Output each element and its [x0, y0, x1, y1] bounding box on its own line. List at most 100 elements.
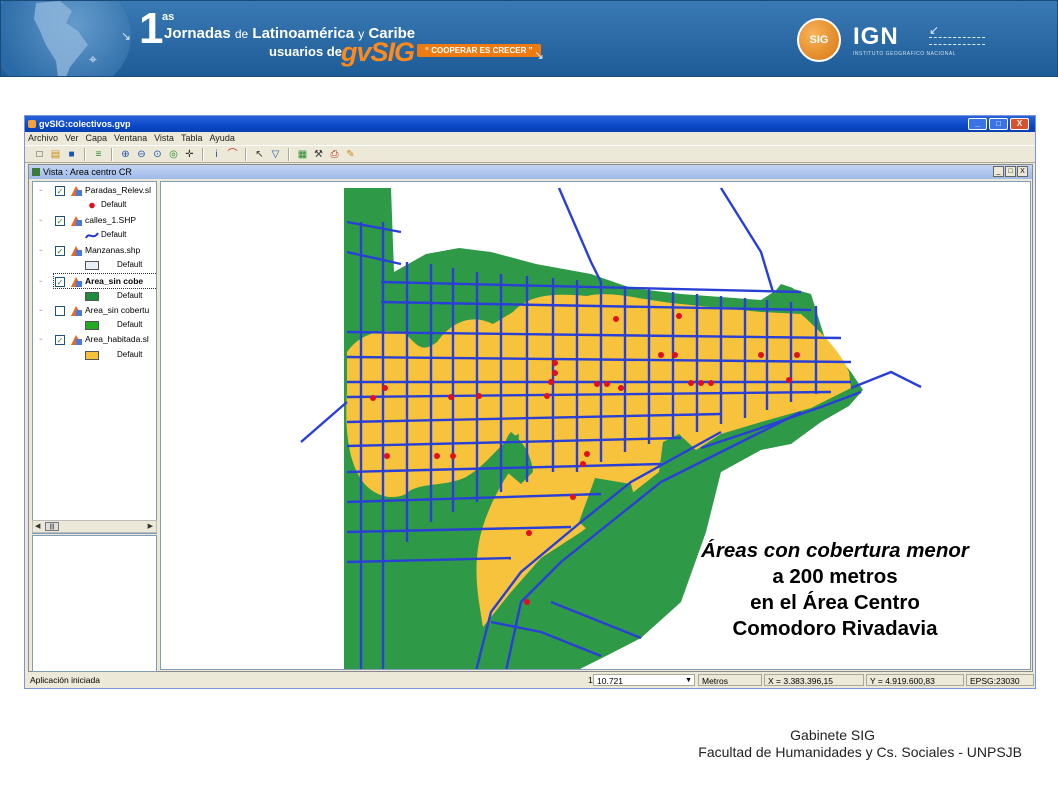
menu-tabla[interactable]: Tabla — [181, 132, 203, 145]
footer-faculty: Facultad de Humanidades y Cs. Sociales -… — [698, 744, 1022, 760]
view-icon — [32, 168, 40, 176]
layer-label: calles_1.SHP — [85, 215, 137, 225]
layer-icon — [71, 216, 82, 226]
fill-symbol-icon — [85, 292, 99, 301]
arrow-icon: ↘ — [121, 29, 132, 43]
view-minimize-button[interactable]: _ — [993, 166, 1004, 177]
toc-layer-paradas[interactable]: − ✓ Paradas_Relev.sl — [33, 184, 156, 198]
layer-checkbox[interactable]: ✓ — [55, 335, 65, 345]
edition-suffix: as — [162, 11, 175, 23]
scroll-thumb[interactable]: ||| — [45, 522, 59, 531]
legend-label: Default — [117, 350, 143, 359]
layer-checkbox[interactable]: ✓ — [55, 246, 65, 256]
legend-label: Default — [117, 320, 143, 329]
collapse-icon[interactable]: − — [39, 218, 43, 224]
view-maximize-button[interactable]: □ — [1005, 166, 1016, 177]
map-caption: Áreas con cobertura menor a 200 metros e… — [660, 538, 1010, 642]
layer-toc: − ✓ Paradas_Relev.sl Default − ✓ calles_… — [32, 181, 157, 534]
menu-archivo[interactable]: Archivo — [28, 132, 58, 145]
collapse-icon[interactable]: − — [39, 337, 43, 343]
new-icon[interactable]: □ — [33, 148, 46, 161]
toc-layer-manzanas[interactable]: − ✓ Manzanas.shp — [33, 244, 156, 258]
sig-logo: SIG — [797, 18, 841, 62]
toc-layer-area-sin-cobertura-selected[interactable]: − ✓ Area_sin cobe — [33, 275, 156, 289]
table-icon[interactable]: ▦ — [296, 148, 309, 161]
chevron-down-icon[interactable]: ▼ — [685, 675, 692, 687]
gvsig-logo: gvSIG — [341, 37, 415, 67]
view-title: Vista : Area centro CR — [43, 167, 132, 177]
layer-checkbox[interactable]: ✓ — [55, 277, 65, 287]
menu-ventana[interactable]: Ventana — [114, 132, 147, 145]
toc-layer-area-sin-cobertura[interactable]: − Area_sin cobertu — [33, 304, 156, 318]
menu-ver[interactable]: Ver — [65, 132, 79, 145]
legend-label: Default — [101, 230, 127, 239]
title-word: Latinoamérica — [252, 25, 355, 42]
print-icon[interactable]: ⎙ — [328, 148, 341, 161]
fill-symbol-icon — [85, 261, 99, 270]
fill-symbol-icon — [85, 321, 99, 330]
layer-icon — [71, 277, 82, 287]
open-icon[interactable]: ▤ — [49, 148, 62, 161]
legend-label: Default — [101, 200, 127, 209]
collapse-icon[interactable]: − — [39, 308, 43, 314]
toc-layer-calles[interactable]: − ✓ calles_1.SHP — [33, 214, 156, 228]
maximize-button[interactable]: □ — [989, 118, 1008, 130]
layer-icon — [71, 335, 82, 345]
scale-dropdown[interactable]: 10.721 ▼ — [593, 674, 695, 686]
select-icon[interactable]: ↖ — [253, 148, 266, 161]
toolbar-separator — [202, 147, 204, 161]
filter-icon[interactable]: ▽ — [269, 148, 282, 161]
menu-vista[interactable]: Vista — [154, 132, 174, 145]
zoom-in-icon[interactable]: ⊕ — [119, 148, 132, 161]
measure-icon[interactable]: ⌒ — [226, 148, 239, 161]
scroll-right-icon[interactable]: ▶ — [148, 522, 153, 530]
title-word: de — [234, 27, 249, 41]
menu-capa[interactable]: Capa — [86, 132, 108, 145]
collapse-icon[interactable]: − — [39, 248, 43, 254]
menu-ayuda[interactable]: Ayuda — [209, 132, 234, 145]
view-close-button[interactable]: X — [1017, 166, 1028, 177]
tools-icon[interactable]: ⚒ — [312, 148, 325, 161]
view-titlebar[interactable]: Vista : Area centro CR _ □ X — [29, 165, 1032, 179]
fill-symbol-icon — [85, 351, 99, 360]
status-bar: Aplicación iniciada 1: 10.721 ▼ Metros X… — [25, 673, 1035, 688]
arrow-icon: ↙ — [929, 23, 940, 37]
toc-horizontal-scrollbar[interactable]: ◀ ||| ▶ — [32, 520, 157, 533]
collapse-icon[interactable]: − — [39, 188, 43, 194]
legend-label: Default — [117, 291, 143, 300]
scroll-left-icon[interactable]: ◀ — [35, 522, 40, 530]
caption-line: en el Área Centro — [750, 591, 920, 614]
zoom-out-icon[interactable]: ⊖ — [135, 148, 148, 161]
layer-icon — [71, 306, 82, 316]
toolbar-separator — [288, 147, 290, 161]
latin-america-map-icon — [34, 1, 88, 76]
close-button[interactable]: X — [1010, 118, 1029, 130]
toolbar-separator — [111, 147, 113, 161]
event-title-line2: usuarios de — [269, 44, 342, 59]
edit-icon[interactable]: ✎ — [344, 148, 357, 161]
pan-icon[interactable]: ✛ — [183, 148, 196, 161]
layer-checkbox[interactable] — [55, 306, 65, 316]
y-coordinate: Y = 4.919.600,83 — [866, 674, 964, 686]
toc-layer-area-habitada[interactable]: − ✓ Area_habitada.sl — [33, 333, 156, 347]
window-titlebar[interactable]: gvSIG:colectivos.gvp _ □ X — [25, 116, 1035, 132]
layers-icon[interactable]: ≡ — [92, 148, 105, 161]
collapse-icon[interactable]: − — [39, 279, 43, 285]
layer-label: Area_sin cobe — [85, 276, 144, 286]
minimize-button[interactable]: _ — [968, 118, 987, 130]
zoom-layer-icon[interactable]: ◎ — [167, 148, 180, 161]
save-icon[interactable]: ■ — [65, 148, 78, 161]
arrow-icon: ↘ — [534, 48, 545, 62]
grid-icon: ⌖ — [89, 51, 97, 67]
menu-bar: Archivo Ver Capa Ventana Vista Tabla Ayu… — [25, 132, 1035, 145]
status-message: Aplicación iniciada — [27, 674, 327, 686]
toolbar-separator — [245, 147, 247, 161]
point-symbol-icon — [89, 202, 95, 209]
scale-value: 10.721 — [597, 676, 623, 686]
layer-checkbox[interactable]: ✓ — [55, 216, 65, 226]
map-overview[interactable] — [32, 535, 157, 672]
epsg-field: EPSG:23030 — [966, 674, 1034, 686]
info-icon[interactable]: i — [210, 148, 223, 161]
zoom-full-icon[interactable]: ⊙ — [151, 148, 164, 161]
layer-checkbox[interactable]: ✓ — [55, 186, 65, 196]
